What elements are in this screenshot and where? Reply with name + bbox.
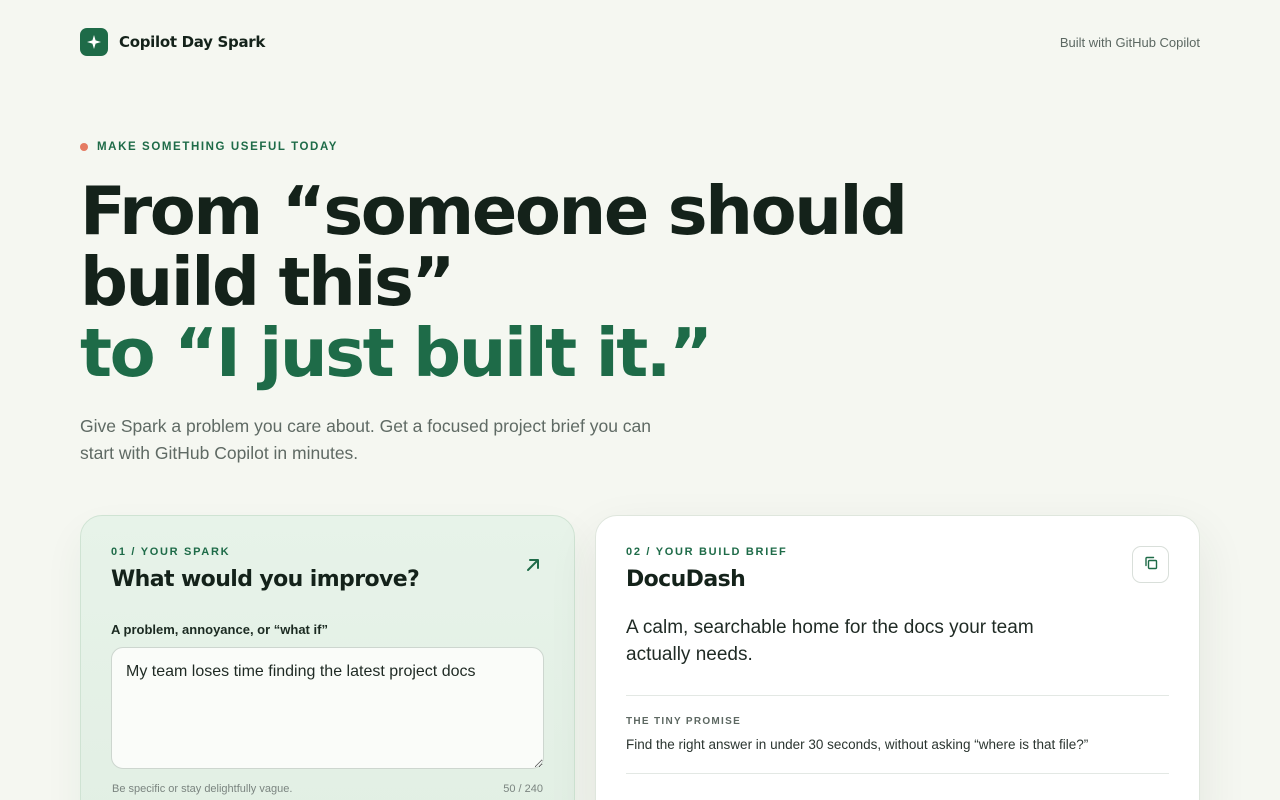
- brief-card: 02 / YOUR BUILD BRIEF DocuDash A calm, s…: [595, 515, 1200, 800]
- headline-line-1: From “someone should: [80, 172, 908, 250]
- brief-tagline: A calm, searchable home for the docs you…: [626, 617, 1034, 665]
- problem-input[interactable]: My team loses time finding the latest pr…: [111, 647, 544, 769]
- built-with-link[interactable]: Built with GitHub Copilot: [1060, 35, 1200, 50]
- eyebrow-dot: [80, 143, 88, 151]
- arrow-up-right-icon[interactable]: [522, 554, 544, 576]
- eyebrow-text: MAKE SOMETHING USEFUL TODAY: [97, 141, 339, 153]
- hint-row: Be specific or stay delightfully vague. …: [111, 783, 544, 795]
- spark-card-title: What would you improve?: [111, 567, 420, 592]
- promise-text: Find the right answer in under 30 second…: [626, 737, 1089, 752]
- sparkle-icon: [80, 28, 108, 56]
- problem-field-label: A problem, annoyance, or “what if”: [111, 622, 328, 637]
- top-bar: Copilot Day Spark Built with GitHub Copi…: [80, 28, 1200, 56]
- brand-name: Copilot Day Spark: [119, 33, 266, 51]
- brief-project-name: DocuDash: [626, 567, 746, 592]
- divider: [626, 773, 1169, 774]
- spark-card: 01 / YOUR SPARK What would you improve? …: [80, 515, 575, 800]
- spark-step-label: 01 / YOUR SPARK: [111, 546, 231, 558]
- divider: [626, 695, 1169, 696]
- brand-link[interactable]: Copilot Day Spark: [80, 28, 265, 56]
- headline-line-3: to “I just built it.”: [80, 314, 713, 392]
- char-count: 50 / 240: [503, 783, 543, 795]
- promise-label: THE TINY PROMISE: [626, 716, 742, 727]
- page: Copilot Day Spark Built with GitHub Copi…: [0, 0, 1280, 800]
- headline-line-2: build this”: [80, 243, 455, 321]
- copy-icon: [1144, 555, 1158, 574]
- eyebrow: MAKE SOMETHING USEFUL TODAY: [80, 141, 338, 153]
- brief-step-label: 02 / YOUR BUILD BRIEF: [626, 546, 788, 558]
- input-hint: Be specific or stay delightfully vague.: [112, 783, 293, 795]
- copy-button[interactable]: [1132, 546, 1169, 583]
- hero-subtitle: Give Spark a problem you care about. Get…: [80, 416, 652, 463]
- hero-headline: From “someone should build this” to “I j…: [80, 172, 908, 392]
